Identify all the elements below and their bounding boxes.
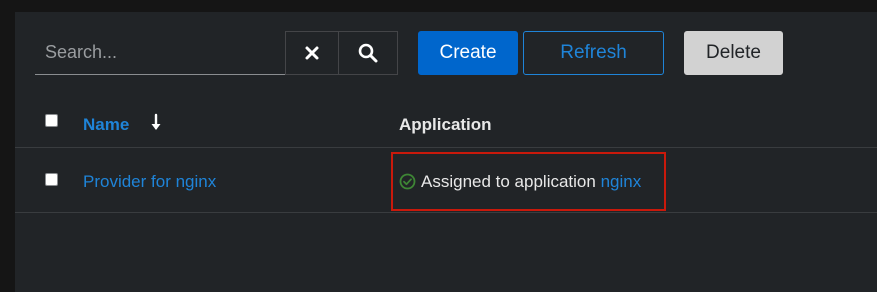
close-icon <box>305 46 319 60</box>
arrow-down-icon[interactable] <box>149 113 163 133</box>
refresh-button[interactable]: Refresh <box>523 31 664 75</box>
column-header-name[interactable]: Name <box>83 115 129 135</box>
select-all-checkbox[interactable] <box>45 114 58 127</box>
search-icon <box>358 43 378 63</box>
delete-button[interactable]: Delete <box>684 31 783 75</box>
assignment-status-text: Assigned to application <box>421 172 596 191</box>
column-header-application: Application <box>399 115 492 134</box>
check-circle-icon <box>399 173 416 190</box>
search-box <box>35 31 286 75</box>
header-divider <box>15 147 877 148</box>
assignment-status: Assigned to application nginx <box>421 172 641 192</box>
search-input[interactable] <box>35 31 286 74</box>
create-button[interactable]: Create <box>418 31 518 75</box>
providers-panel: Create Refresh Delete Name Application P… <box>15 12 877 292</box>
page-gutter <box>0 0 15 292</box>
row-checkbox[interactable] <box>45 173 58 186</box>
clear-search-button[interactable] <box>285 31 339 75</box>
provider-name-link[interactable]: Provider for nginx <box>83 172 216 192</box>
application-link[interactable]: nginx <box>601 172 642 191</box>
row-divider <box>15 212 877 213</box>
search-button[interactable] <box>338 31 398 75</box>
